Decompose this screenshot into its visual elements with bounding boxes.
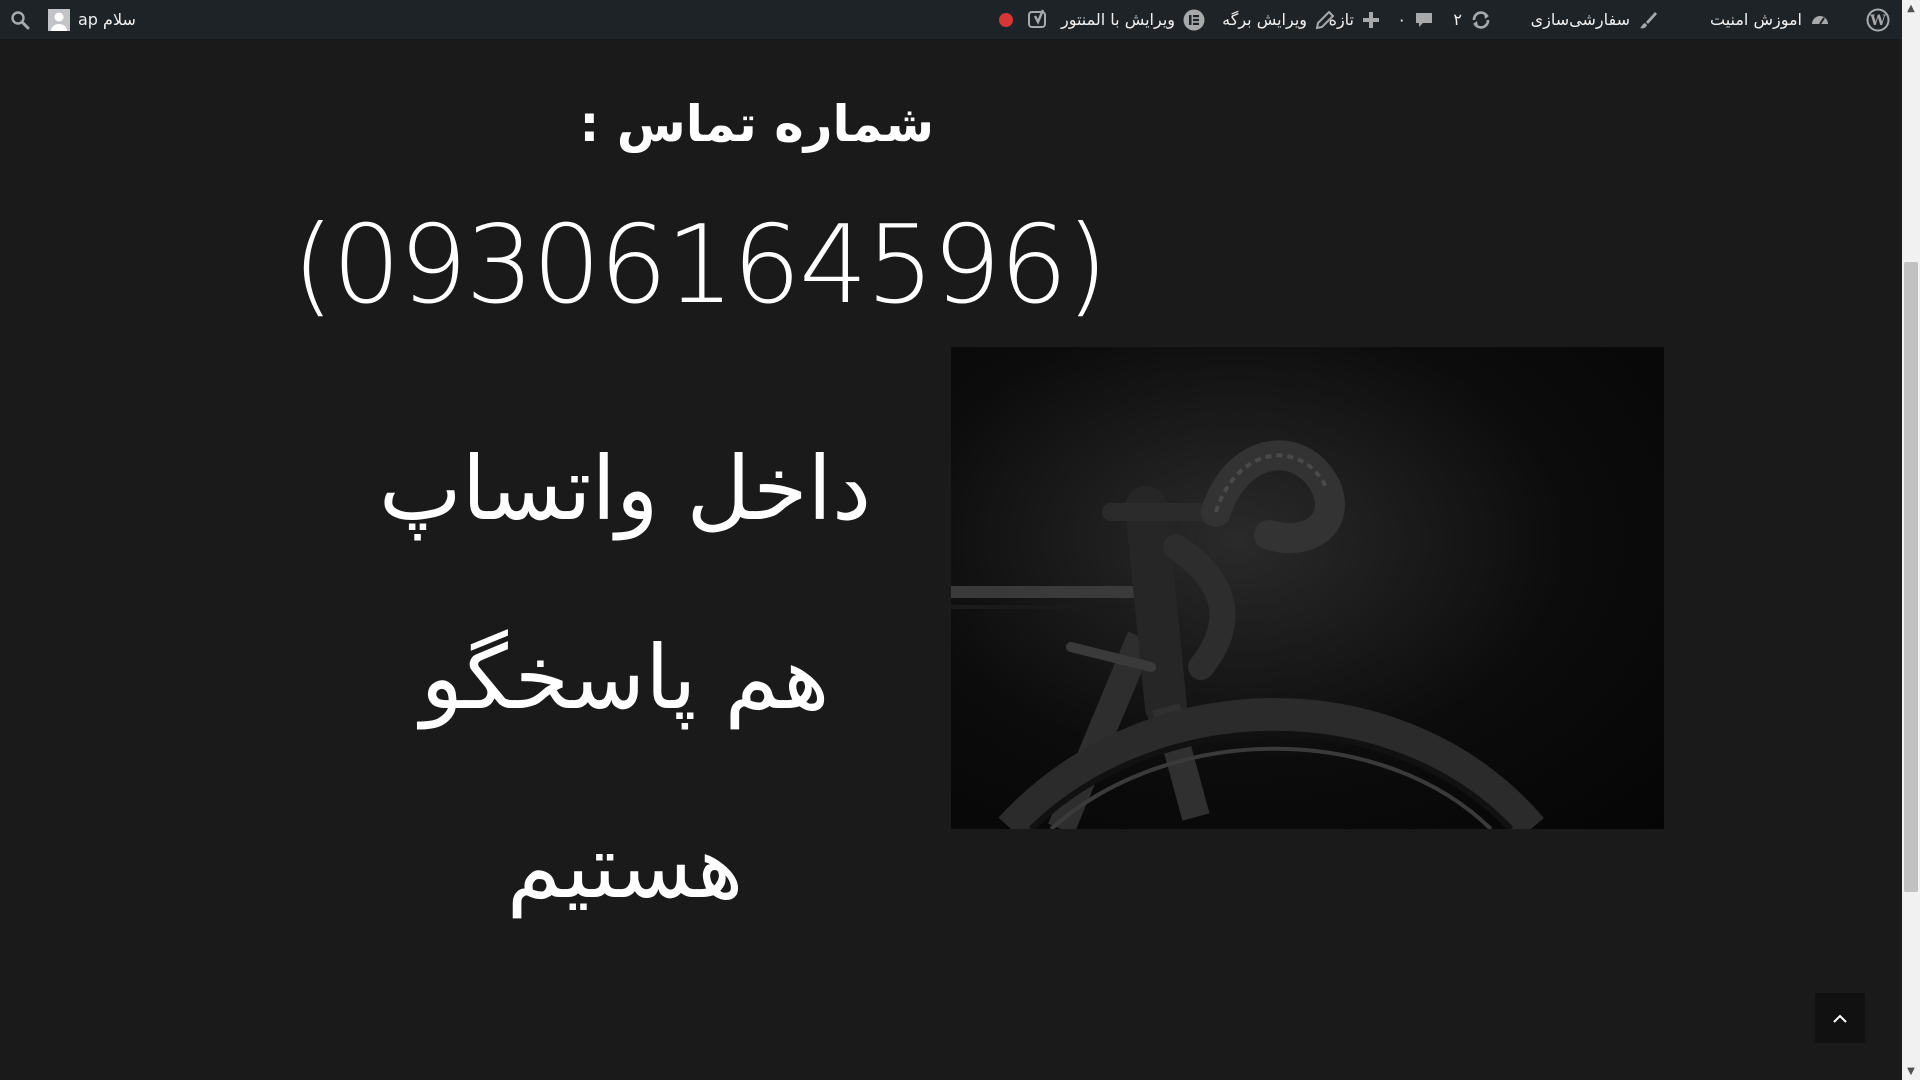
my-account-menu[interactable]: سلام ap (48, 0, 136, 39)
search-icon (10, 10, 30, 30)
wordpress-logo-icon: W (1866, 8, 1890, 32)
back-to-top-button[interactable] (1815, 993, 1865, 1043)
yoast-icon (1027, 9, 1049, 31)
whatsapp-line-1: داخل واتساپ (378, 437, 872, 540)
yoast-seo-menu[interactable] (1027, 0, 1049, 39)
elementor-icon (1183, 9, 1205, 31)
contact-heading: شماره تماس : (579, 95, 934, 153)
new-content-menu[interactable]: تازه (1329, 0, 1380, 39)
updates-icon (1470, 10, 1492, 30)
dashboard-icon (1810, 10, 1830, 30)
status-dot (999, 12, 1013, 27)
site-name-menu[interactable]: اموزش امنیت (1710, 0, 1830, 39)
comments-link[interactable]: ۰ (1397, 0, 1434, 39)
phone-number: (09306164596) (292, 203, 1108, 328)
comments-count: ۰ (1397, 10, 1406, 29)
wp-logo-menu[interactable]: W (1866, 0, 1890, 39)
customize-link[interactable]: سفارشی‌سازی (1531, 0, 1658, 39)
customize-label: سفارشی‌سازی (1530, 10, 1630, 29)
svg-text:W: W (1869, 13, 1886, 29)
edit-elementor-label: ویرایش با المنتور (1060, 10, 1175, 29)
avatar (48, 8, 70, 31)
plus-icon (1362, 11, 1380, 29)
comments-icon (1414, 10, 1434, 30)
bicycle-image (951, 347, 1664, 829)
greeting-label: سلام ap (78, 10, 136, 29)
edit-elementor-link[interactable]: ویرایش با المنتور (1061, 0, 1205, 39)
edit-page-label: ویرایش برگه (1222, 10, 1307, 29)
scroll-up-arrow-icon[interactable]: ▲ (1902, 0, 1920, 17)
whatsapp-line-3: هستیم (506, 815, 744, 918)
chevron-up-icon (1832, 1009, 1848, 1028)
page-content: شماره تماس : (09306164596) داخل واتساپ ه… (0, 39, 1902, 1080)
scroll-down-arrow-icon[interactable]: ▼ (1902, 1063, 1920, 1080)
updates-link[interactable]: ۲ (1453, 0, 1492, 39)
site-name-label: اموزش امنیت (1709, 10, 1802, 29)
updates-count: ۲ (1453, 10, 1462, 29)
pencil-icon (1315, 10, 1335, 30)
scroll-thumb[interactable] (1904, 262, 1918, 892)
edit-page-link[interactable]: ویرایش برگه (1222, 0, 1335, 39)
seo-status-indicator[interactable] (999, 0, 1013, 39)
brush-icon (1638, 10, 1658, 30)
scrollbar[interactable]: ▲ ▼ (1902, 0, 1920, 1080)
search-button[interactable] (10, 0, 30, 39)
admin-bar: سلام ap W اموزش امنیت سفارشی‌سازی ۲ ۰ ت (0, 0, 1902, 39)
whatsapp-line-2: هم پاسخگو (420, 626, 830, 729)
whatsapp-text: داخل واتساپ هم پاسخگو هستیم (310, 394, 940, 961)
